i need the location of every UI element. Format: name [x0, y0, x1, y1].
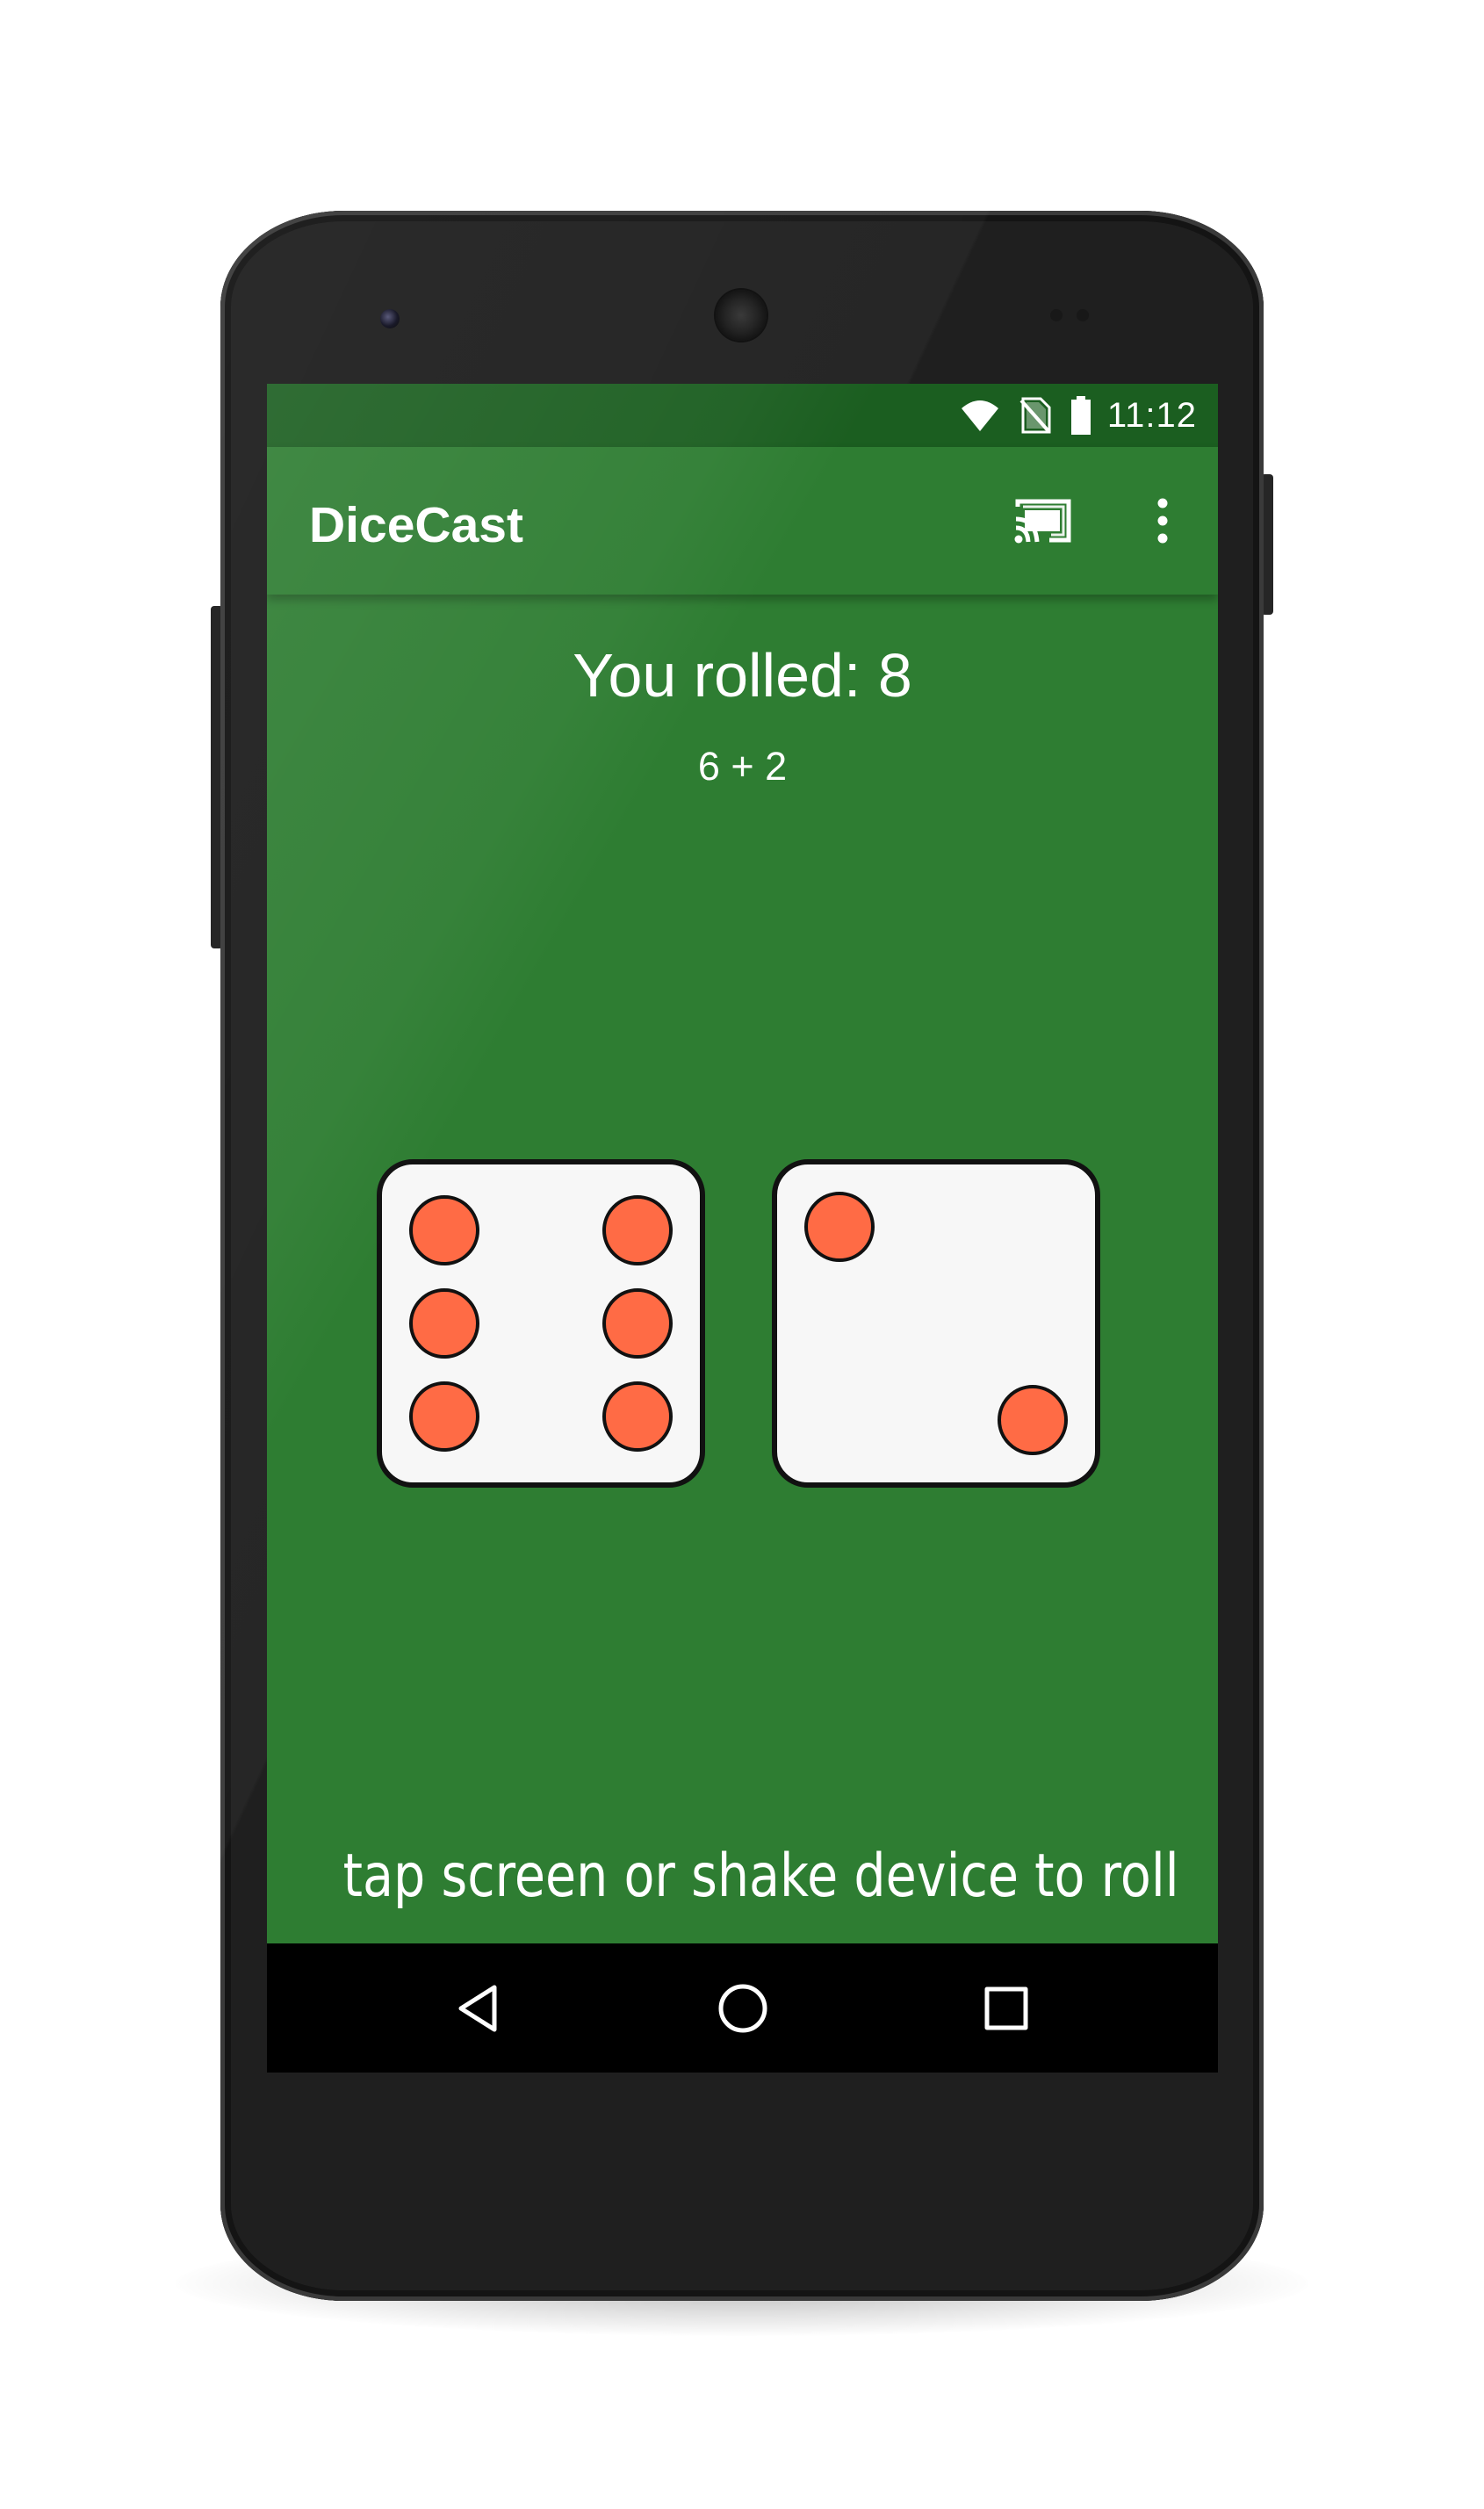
die-pip — [602, 1381, 673, 1452]
device-mockup: 11:12 DiceCast You rolled: 8 6 + 2 tap s… — [0, 0, 1484, 2509]
die-pip — [409, 1288, 479, 1359]
die-pip — [409, 1381, 479, 1452]
light-sensor-icon — [1077, 309, 1089, 321]
proximity-sensor-icon — [1050, 309, 1063, 321]
die-pip — [602, 1195, 673, 1265]
home-button[interactable] — [711, 1977, 774, 2040]
back-button[interactable] — [446, 1977, 509, 2040]
cast-icon — [1014, 499, 1071, 544]
navigation-bar — [267, 1943, 1218, 2073]
roll-area[interactable]: You rolled: 8 6 + 2 tap screen or shake … — [267, 595, 1218, 1941]
die-pip — [998, 1385, 1068, 1455]
recents-button[interactable] — [975, 1977, 1038, 2040]
earpiece-speaker-icon — [716, 290, 767, 341]
battery-icon — [1070, 396, 1091, 435]
status-bar: 11:12 — [267, 384, 1218, 447]
back-icon — [458, 1985, 497, 2032]
die-right — [772, 1159, 1100, 1488]
app-bar: DiceCast — [267, 447, 1218, 595]
no-sim-icon — [1019, 397, 1051, 434]
recents-icon — [984, 1986, 1028, 2030]
front-camera-icon — [380, 309, 400, 328]
die-pip — [409, 1195, 479, 1265]
die-pip — [804, 1192, 875, 1262]
phone-screen: 11:12 DiceCast You rolled: 8 6 + 2 tap s… — [267, 384, 1218, 2073]
overflow-menu-button[interactable] — [1136, 486, 1189, 556]
wifi-icon — [960, 398, 1000, 433]
home-icon — [718, 1984, 767, 2033]
die-left — [377, 1159, 705, 1488]
roll-breakdown-text: 6 + 2 — [697, 744, 788, 789]
cast-button[interactable] — [1012, 493, 1075, 549]
die-pip — [602, 1288, 673, 1359]
overflow-menu-icon — [1157, 498, 1168, 544]
roll-result-text: You rolled: 8 — [573, 641, 912, 710]
roll-instruction: tap screen or shake device to roll — [342, 1842, 1179, 1911]
status-time: 11:12 — [1106, 395, 1197, 435]
app-title: DiceCast — [309, 497, 523, 553]
